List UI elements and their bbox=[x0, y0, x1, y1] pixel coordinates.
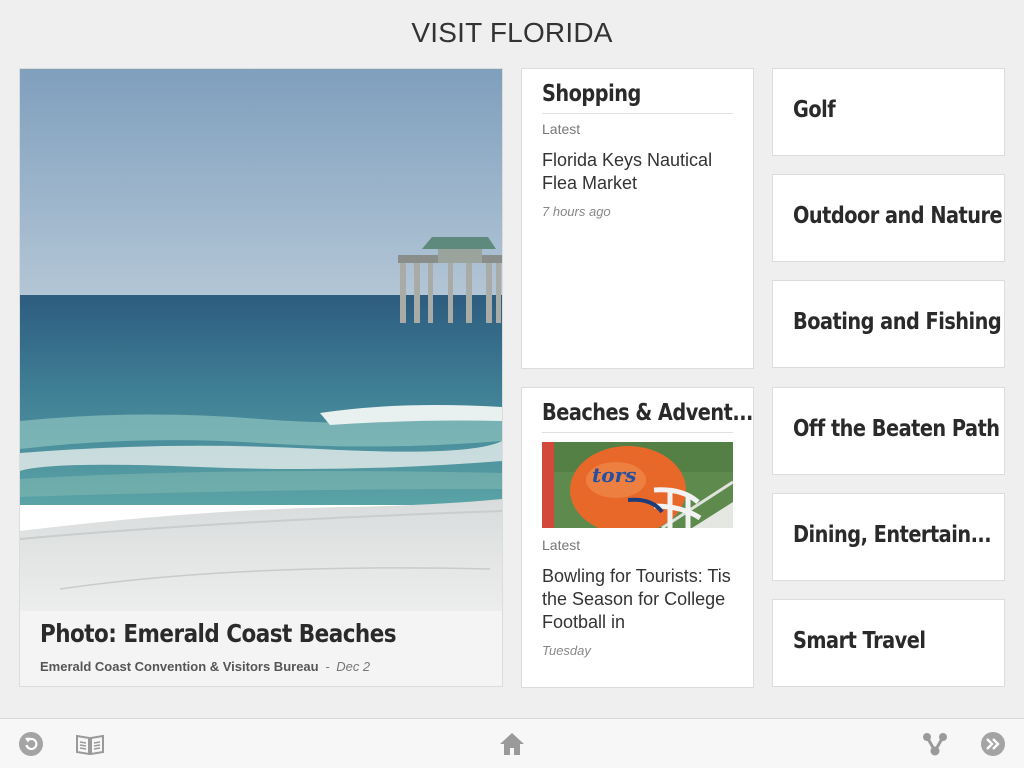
hero-title[interactable]: Photo: Emerald Coast Beaches bbox=[40, 619, 397, 648]
page-title: VISIT FLORIDA bbox=[411, 17, 613, 48]
latest-label: Latest bbox=[542, 121, 581, 137]
home-icon[interactable] bbox=[498, 730, 526, 758]
forward-icon[interactable] bbox=[979, 730, 1007, 758]
category-tile-smart-travel[interactable]: Smart Travel bbox=[772, 599, 1005, 687]
hero-story-card[interactable]: Photo: Emerald Coast Beaches Emerald Coa… bbox=[19, 68, 503, 687]
latest-label: Latest bbox=[542, 537, 581, 553]
category-tile-outdoor-nature[interactable]: Outdoor and Nature bbox=[772, 174, 1005, 262]
category-label: Outdoor and Nature bbox=[793, 203, 1003, 229]
section-card-beaches[interactable]: Beaches & Advent... tors Latest Bowling … bbox=[521, 387, 754, 688]
category-label: Golf bbox=[793, 97, 836, 123]
svg-text:tors: tors bbox=[592, 463, 636, 487]
article-timestamp: Tuesday bbox=[542, 643, 591, 658]
hero-photo[interactable] bbox=[20, 69, 502, 611]
category-tile-dining-entertainment[interactable]: Dining, Entertain... bbox=[772, 493, 1005, 581]
section-card-shopping[interactable]: Shopping Latest Florida Keys Nautical Fl… bbox=[521, 68, 754, 369]
section-title-shopping[interactable]: Shopping bbox=[542, 79, 702, 109]
section-title-beaches[interactable]: Beaches & Advent... bbox=[542, 398, 753, 428]
refresh-icon[interactable] bbox=[17, 730, 45, 758]
category-tile-off-beaten-path[interactable]: Off the Beaten Path bbox=[772, 387, 1005, 475]
section-header: Beaches & Advent... bbox=[542, 398, 753, 433]
bottom-toolbar bbox=[0, 718, 1024, 768]
category-tile-boating-fishing[interactable]: Boating and Fishing bbox=[772, 280, 1005, 368]
category-tile-golf[interactable]: Golf bbox=[772, 68, 1005, 156]
hero-separator: - bbox=[325, 659, 330, 674]
hero-caption: Photo: Emerald Coast Beaches Emerald Coa… bbox=[20, 611, 502, 686]
section-header: Shopping bbox=[542, 79, 733, 114]
category-label: Boating and Fishing bbox=[793, 309, 1002, 335]
category-label: Dining, Entertain... bbox=[793, 522, 992, 548]
hero-meta: Emerald Coast Convention & Visitors Bure… bbox=[40, 659, 370, 674]
beach-pier-photo bbox=[20, 69, 502, 611]
football-helmet-photo: tors bbox=[542, 442, 733, 528]
contents-icon[interactable] bbox=[75, 730, 105, 758]
share-icon[interactable] bbox=[921, 730, 949, 758]
article-headline[interactable]: Florida Keys Nautical Flea Market bbox=[542, 149, 737, 195]
category-label: Smart Travel bbox=[793, 628, 926, 654]
category-label: Off the Beaten Path bbox=[793, 416, 1000, 442]
hero-date: Dec 2 bbox=[336, 659, 371, 674]
article-headline[interactable]: Bowling for Tourists: Tis the Season for… bbox=[542, 565, 737, 634]
article-thumbnail[interactable]: tors bbox=[542, 442, 733, 528]
hero-source: Emerald Coast Convention & Visitors Bure… bbox=[40, 659, 319, 674]
article-timestamp: 7 hours ago bbox=[542, 204, 611, 219]
